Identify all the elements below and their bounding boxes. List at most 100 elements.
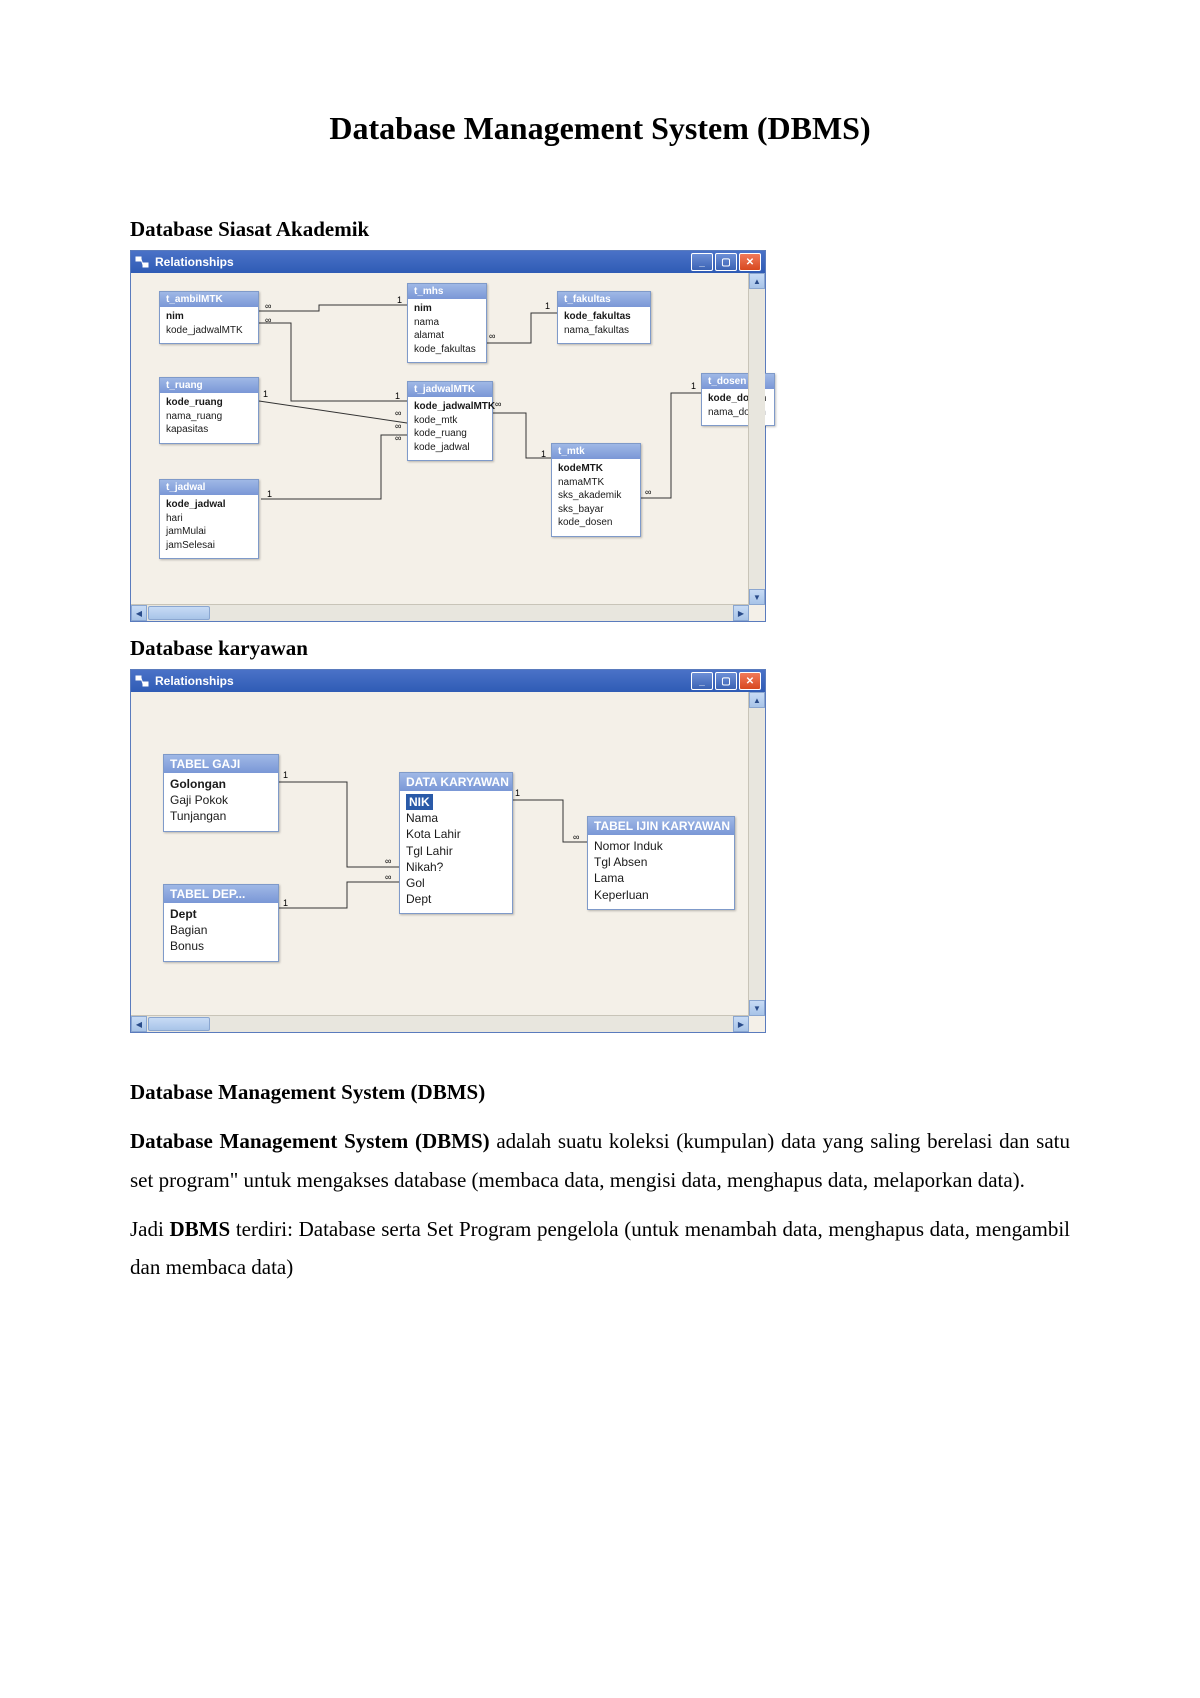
cardinality-many: ∞ xyxy=(395,433,401,443)
table-t-mhs[interactable]: t_mhs nimnama alamat kode_fakultas xyxy=(407,283,487,363)
table-fields: namaMTK sks_akademik sks_bayar kode_dose… xyxy=(558,476,634,530)
close-button[interactable]: ✕ xyxy=(739,672,761,690)
minimize-button[interactable]: _ xyxy=(691,672,713,690)
table-t-ruang[interactable]: t_ruang kode_ruangnama_ruang kapasitas xyxy=(159,377,259,444)
cardinality-many: ∞ xyxy=(395,421,401,431)
table-title: t_fakultas xyxy=(558,292,650,307)
table-tabel-dep[interactable]: TABEL DEP... DeptBagian Bonus xyxy=(163,884,279,962)
cardinality-one: 1 xyxy=(395,391,400,401)
table-title: t_mtk xyxy=(552,444,640,459)
section-heading-karyawan: Database karyawan xyxy=(130,636,1070,661)
scroll-thumb[interactable] xyxy=(148,1017,210,1031)
table-title: t_ruang xyxy=(160,378,258,393)
table-key: kodeMTK xyxy=(558,462,634,476)
cardinality-one: 1 xyxy=(397,295,402,305)
table-t-jadwal[interactable]: t_jadwal kode_jadwalhari jamMulai jamSel… xyxy=(159,479,259,559)
cardinality-one: 1 xyxy=(263,389,268,399)
body-para2-a: Jadi xyxy=(130,1217,169,1241)
table-t-fakultas[interactable]: t_fakultas kode_fakultasnama_fakultas xyxy=(557,291,651,344)
relationships-icon xyxy=(135,674,149,688)
table-fields: Bagian Bonus xyxy=(170,922,272,954)
body-para2-bold: DBMS xyxy=(169,1217,230,1241)
table-fields: nama alamat kode_fakultas xyxy=(414,316,480,357)
table-title: t_jadwal xyxy=(160,480,258,495)
table-fields: kode_jadwalMTK xyxy=(166,324,252,338)
table-t-ambilMTK[interactable]: t_ambilMTK nimkode_jadwalMTK xyxy=(159,291,259,344)
table-fields: Nama Kota Lahir Tgl Lahir Nikah? Gol Dep… xyxy=(406,810,506,907)
table-fields: nama_fakultas xyxy=(564,324,644,338)
cardinality-one: 1 xyxy=(545,301,550,311)
cardinality-one: 1 xyxy=(283,770,288,780)
horizontal-scrollbar[interactable]: ◀ ▶ xyxy=(131,604,749,621)
maximize-button[interactable]: ▢ xyxy=(715,253,737,271)
page-title: Database Management System (DBMS) xyxy=(130,110,1070,147)
cardinality-many: ∞ xyxy=(645,487,651,497)
cardinality-one: 1 xyxy=(283,898,288,908)
table-key: kode_jadwal xyxy=(166,498,252,512)
cardinality-many: ∞ xyxy=(573,832,579,842)
table-title: t_ambilMTK xyxy=(160,292,258,307)
body-paragraph-2: Jadi DBMS terdiri: Database serta Set Pr… xyxy=(130,1210,1070,1288)
cardinality-many: ∞ xyxy=(385,872,391,882)
table-key: Golongan xyxy=(170,776,272,792)
window-title: Relationships xyxy=(155,255,234,269)
table-key: NIK xyxy=(406,794,433,810)
table-title: DATA KARYAWAN xyxy=(400,773,512,791)
window-titlebar[interactable]: Relationships _ ▢ ✕ xyxy=(131,670,765,692)
table-t-jadwalMTK[interactable]: t_jadwalMTK kode_jadwalMTKkode_mtk kode_… xyxy=(407,381,493,461)
cardinality-many: ∞ xyxy=(495,399,501,409)
window-title: Relationships xyxy=(155,674,234,688)
body-heading: Database Management System (DBMS) xyxy=(130,1073,1070,1112)
table-key: nim xyxy=(166,310,252,324)
scroll-up-icon[interactable]: ▲ xyxy=(749,273,765,289)
table-title: TABEL DEP... xyxy=(164,885,278,903)
scroll-left-icon[interactable]: ◀ xyxy=(131,605,147,621)
table-key: kode_fakultas xyxy=(564,310,644,324)
table-title: t_jadwalMTK xyxy=(408,382,492,397)
cardinality-many: ∞ xyxy=(395,408,401,418)
horizontal-scrollbar[interactable]: ◀ ▶ xyxy=(131,1015,749,1032)
table-t-mtk[interactable]: t_mtk kodeMTKnamaMTK sks_akademik sks_ba… xyxy=(551,443,641,537)
cardinality-one: 1 xyxy=(541,449,546,459)
scroll-down-icon[interactable]: ▼ xyxy=(749,589,765,605)
table-key: kode_ruang xyxy=(166,396,252,410)
scroll-left-icon[interactable]: ◀ xyxy=(131,1016,147,1032)
body-paragraph-1: Database Management System (DBMS) adalah… xyxy=(130,1122,1070,1200)
cardinality-many: ∞ xyxy=(265,301,271,311)
cardinality-one: 1 xyxy=(515,788,520,798)
table-data-karyawan[interactable]: DATA KARYAWAN NIKNama Kota Lahir Tgl Lah… xyxy=(399,772,513,914)
scroll-up-icon[interactable]: ▲ xyxy=(749,692,765,708)
table-tabel-gaji[interactable]: TABEL GAJI GolonganGaji Pokok Tunjangan xyxy=(163,754,279,832)
minimize-button[interactable]: _ xyxy=(691,253,713,271)
table-fields: Nomor Induk Tgl Absen Lama Keperluan xyxy=(594,838,728,903)
body-para2-b: terdiri: Database serta Set Program peng… xyxy=(130,1217,1070,1280)
table-fields: kode_mtk kode_ruang kode_jadwal xyxy=(414,414,486,455)
window-titlebar[interactable]: Relationships _ ▢ ✕ xyxy=(131,251,765,273)
scroll-right-icon[interactable]: ▶ xyxy=(733,1016,749,1032)
relationships-window-2: Relationships _ ▢ ✕ 1 ∞ ∞ 1 1 xyxy=(130,669,766,1033)
scroll-right-icon[interactable]: ▶ xyxy=(733,605,749,621)
close-button[interactable]: ✕ xyxy=(739,253,761,271)
cardinality-many: ∞ xyxy=(385,856,391,866)
maximize-button[interactable]: ▢ xyxy=(715,672,737,690)
cardinality-many: ∞ xyxy=(265,315,271,325)
vertical-scrollbar[interactable]: ▲ ▼ xyxy=(748,692,765,1016)
table-tabel-ijin-karyawan[interactable]: TABEL IJIN KARYAWAN Nomor Induk Tgl Abse… xyxy=(587,816,735,910)
scroll-down-icon[interactable]: ▼ xyxy=(749,1000,765,1016)
cardinality-many: ∞ xyxy=(489,331,495,341)
vertical-scrollbar[interactable]: ▲ ▼ xyxy=(748,273,765,605)
table-title: t_mhs xyxy=(408,284,486,299)
cardinality-one: 1 xyxy=(267,489,272,499)
table-title: TABEL GAJI xyxy=(164,755,278,773)
relationships-icon xyxy=(135,255,149,269)
table-key: kode_jadwalMTK xyxy=(414,400,486,414)
table-key: nim xyxy=(414,302,480,316)
table-title: TABEL IJIN KARYAWAN xyxy=(588,817,734,835)
table-key: Dept xyxy=(170,906,272,922)
section-heading-siasat: Database Siasat Akademik xyxy=(130,217,1070,242)
table-fields: hari jamMulai jamSelesai xyxy=(166,512,252,553)
scroll-thumb[interactable] xyxy=(148,606,210,620)
table-fields: nama_ruang kapasitas xyxy=(166,410,252,437)
table-fields: Gaji Pokok Tunjangan xyxy=(170,792,272,824)
relationships-window-1: Relationships _ ▢ ✕ xyxy=(130,250,766,622)
